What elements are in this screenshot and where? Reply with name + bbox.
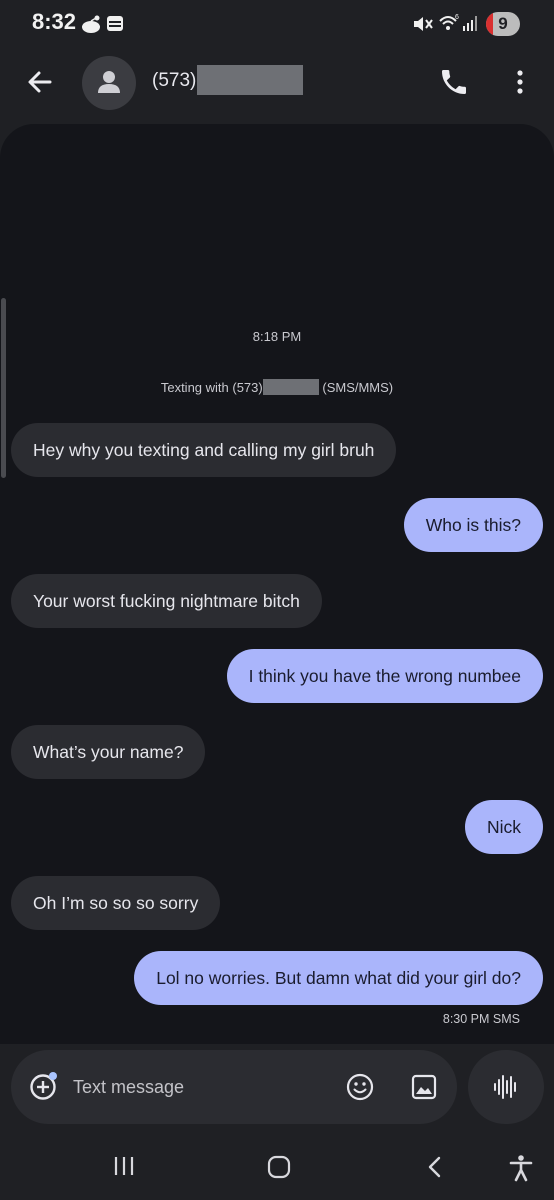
notification-dot	[49, 1072, 57, 1080]
voice-message-button[interactable]	[468, 1050, 544, 1124]
system-nav-bar	[0, 1136, 554, 1200]
message-incoming[interactable]: Your worst fucking nightmare bitch	[11, 574, 322, 628]
status-time: 8:32	[32, 9, 77, 34]
mute-icon	[414, 17, 433, 31]
back-arrow-icon[interactable]	[22, 64, 58, 100]
phone-icon[interactable]	[438, 66, 470, 98]
accessibility-icon[interactable]	[508, 1154, 534, 1182]
message-status: 8:30 PM SMS	[442, 1012, 520, 1026]
app-notification-icon	[82, 15, 100, 33]
texting-with-info: Texting with (573) (SMS/MMS)	[0, 379, 554, 395]
message-outgoing[interactable]: I think you have the wrong numbee	[226, 649, 543, 703]
battery-level: 9	[498, 14, 508, 33]
svg-text:6: 6	[455, 14, 459, 21]
message-outgoing[interactable]: Lol no worries. But damn what did your g…	[134, 951, 543, 1005]
message-input[interactable]	[73, 1072, 323, 1102]
person-icon	[98, 71, 120, 93]
more-vert-icon[interactable]	[512, 66, 528, 98]
battery-icon: 9	[486, 12, 520, 36]
message-outgoing[interactable]: Nick	[464, 800, 543, 854]
contact-name[interactable]: (573)	[152, 70, 196, 92]
conversation-header: (573)	[0, 48, 554, 118]
message-incoming[interactable]: What’s your name?	[11, 725, 206, 779]
message-incoming[interactable]: Oh I’m so so so sorry	[11, 876, 221, 930]
recents-icon[interactable]	[112, 1154, 136, 1178]
timestamp: 8:18 PM	[252, 329, 302, 344]
signal-icon	[463, 16, 477, 31]
avatar[interactable]	[82, 56, 136, 110]
home-icon[interactable]	[266, 1154, 292, 1180]
message-incoming[interactable]: Hey why you texting and calling my girl …	[11, 423, 397, 477]
gallery-icon[interactable]	[409, 1072, 439, 1102]
back-icon[interactable]	[424, 1154, 446, 1180]
texting-with-suffix: (SMS/MMS)	[322, 380, 394, 395]
redacted-number	[197, 65, 303, 95]
texting-with-prefix: Texting with (573)	[160, 380, 263, 395]
emoji-icon[interactable]	[345, 1072, 375, 1102]
wallet-icon	[107, 16, 123, 31]
redacted-number	[262, 379, 319, 395]
voice-icon	[494, 1075, 516, 1099]
status-bar: 8:32 6 9	[0, 0, 554, 48]
message-outgoing[interactable]: Who is this?	[403, 498, 543, 552]
wifi-6-icon: 6	[439, 14, 459, 30]
message-composer	[11, 1050, 457, 1124]
